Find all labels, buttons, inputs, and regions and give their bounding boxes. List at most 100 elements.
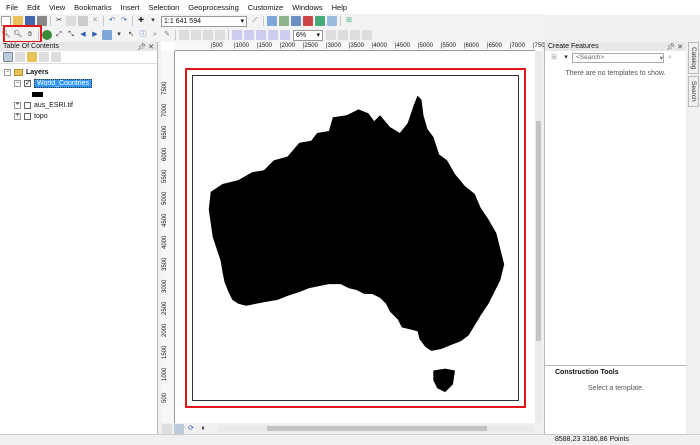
data-view-icon[interactable] [162,423,172,434]
template-search-input[interactable]: <Search> ▾ [572,52,664,63]
menu-selection[interactable]: Selection [148,3,179,12]
menu-help[interactable]: Help [332,3,347,12]
pause-drawing-icon[interactable]: ⏸ [198,424,208,434]
expand-icon[interactable]: + [14,101,21,109]
vertical-scrollbar[interactable] [535,51,542,423]
full-extent-icon[interactable] [42,30,52,40]
layout-page[interactable] [185,68,526,408]
layout-tool-icon-a[interactable] [232,30,242,40]
menu-bookmarks[interactable]: Bookmarks [74,3,112,12]
menu-customize[interactable]: Customize [248,3,283,12]
layout-tool-icon-b[interactable] [244,30,254,40]
delete-icon[interactable]: ✕ [90,16,100,26]
copy-icon[interactable] [66,16,76,26]
go-forward-icon[interactable]: ▶ [90,30,100,40]
zoom-whole-page-icon[interactable] [215,30,225,40]
menu-edit[interactable]: Edit [27,3,40,12]
menu-windows[interactable]: Windows [292,3,322,12]
menu-insert[interactable]: Insert [121,3,140,12]
layer-visibility-checkbox[interactable] [24,112,31,120]
construction-tools-panel: Construction Tools Select a template. [545,365,687,434]
menu-file[interactable]: File [6,3,18,12]
open-folder-icon[interactable] [13,16,23,26]
layout-tool-icon-e[interactable] [280,30,290,40]
select-elements-icon[interactable]: ↖ [126,30,136,40]
new-document-icon[interactable] [1,16,11,26]
redo-icon[interactable]: ↷ [119,16,129,26]
tree-row-layers[interactable]: − Layers [4,67,157,77]
clear-selection-icon[interactable]: ▾ [114,30,124,40]
collapse-icon[interactable]: − [4,68,11,76]
refresh-icon[interactable]: ⟳ [186,424,196,434]
paste-icon[interactable] [78,16,88,26]
add-data-dropdown-icon[interactable]: ▾ [148,16,158,26]
tool-dropdown-icon[interactable]: ⊞ [344,16,354,26]
menu-geoprocessing[interactable]: Geoprocessing [188,3,238,12]
organize-templates-icon[interactable]: ⊞ [549,53,559,63]
fixed-zoom-out-icon[interactable]: ⤡ [66,30,76,40]
search-window-icon[interactable] [291,16,301,26]
toggle-draft-mode-icon[interactable] [326,30,336,40]
tree-row-layer[interactable]: − ✓ World_Countries [14,78,157,88]
add-data-icon[interactable]: ✚ [136,16,146,26]
catalog-window-icon[interactable] [279,16,289,26]
layer-name[interactable]: topo [34,113,48,120]
layout-zoom-in-icon[interactable] [179,30,189,40]
fixed-zoom-in-icon[interactable]: ⤢ [54,30,64,40]
data-frame[interactable] [192,75,519,401]
print-icon[interactable] [37,16,47,26]
save-icon[interactable] [25,16,35,26]
zoom-percent-combobox[interactable]: 6% ▾ [293,29,323,41]
menu-view[interactable]: View [49,3,65,12]
find-icon[interactable]: ⌕ [150,30,160,40]
zoom-out-icon[interactable]: 🔍︎ [13,30,23,40]
vertical-scroll-thumb[interactable] [536,121,541,341]
identify-icon[interactable]: ⓘ [138,30,148,40]
cut-icon[interactable]: ✂ [54,16,64,26]
chevron-down-icon[interactable]: ▾ [561,53,571,63]
select-features-icon[interactable] [102,30,112,40]
modelbuilder-icon[interactable] [327,16,337,26]
search-tab[interactable]: Search [688,76,699,108]
expand-icon[interactable]: + [14,112,21,120]
python-window-icon[interactable] [315,16,325,26]
arctoolbox-icon[interactable] [303,16,313,26]
pin-icon[interactable]: 📌︎ [666,44,675,51]
tree-row-layer[interactable]: + topo [14,111,157,121]
close-icon[interactable]: ✕ [148,44,154,51]
layer-name[interactable]: World_Countries [34,78,93,88]
measure-icon[interactable]: ✎ [162,30,172,40]
undo-icon[interactable]: ↶ [107,16,117,26]
zoom-in-icon[interactable]: 🔍︎ [1,30,11,40]
focus-data-frame-icon[interactable] [338,30,348,40]
collapse-icon[interactable]: − [14,79,21,87]
editor-toolbar-icon[interactable]: ⟋ [250,16,260,26]
layout-tool-icon-c[interactable] [256,30,266,40]
catalog-tab[interactable]: Catalog [688,42,699,75]
layout-pan-icon[interactable] [203,30,213,40]
table-of-contents-icon[interactable] [267,16,277,26]
data-driven-pages-icon[interactable] [362,30,372,40]
layout-tool-icon-d[interactable] [268,30,278,40]
pin-icon[interactable]: 📌︎ [137,44,146,51]
horizontal-scroll-thumb[interactable] [267,426,487,431]
layout-zoom-out-icon[interactable] [191,30,201,40]
pan-hand-icon[interactable]: ✋︎ [25,30,35,40]
list-by-source-icon[interactable] [15,52,25,62]
layer-name[interactable]: aus_ESRI.tif [34,102,73,109]
list-by-visibility-icon[interactable] [27,52,37,62]
list-by-selection-icon[interactable] [39,52,49,62]
go-back-icon[interactable]: ◀ [78,30,88,40]
options-icon[interactable] [51,52,61,62]
change-layout-icon[interactable] [350,30,360,40]
horizontal-scrollbar[interactable] [217,425,534,432]
layout-view[interactable]: |500 |1000 |1500 |2000 |2500 |3000 |3500 |4000 |… [161,42,548,434]
map-scale-combobox[interactable]: 1:1 641 594 ▾ [161,15,247,27]
tree-row-layer[interactable]: + aus_ESRI.tif [14,100,157,110]
list-by-drawing-order-icon[interactable] [3,52,13,62]
layout-view-icon[interactable] [174,423,184,434]
layer-visibility-checkbox[interactable] [24,101,31,109]
layer-visibility-checkbox[interactable]: ✓ [24,79,31,87]
search-icon[interactable]: ⌕ [665,53,675,63]
close-icon[interactable]: ✕ [677,44,683,51]
